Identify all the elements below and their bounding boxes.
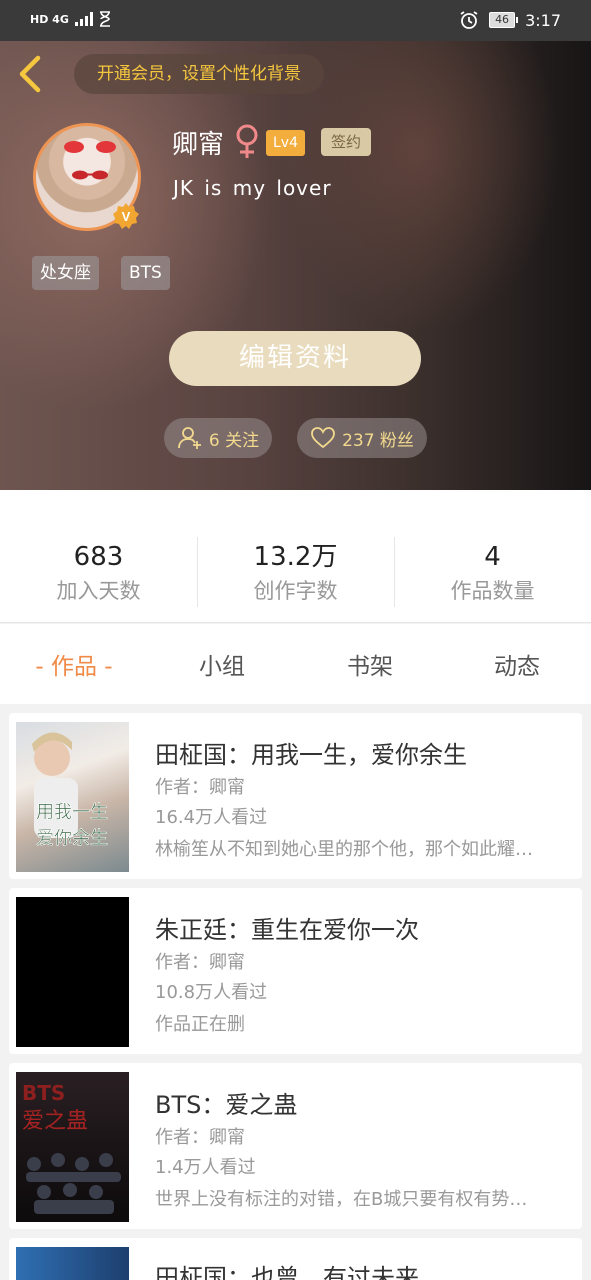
profile-tabs: - 作品 - 小组 书架 动态 — [0, 624, 591, 704]
cover-art: 用我一生 爱你余生 — [32, 732, 108, 849]
verified-badge: V — [112, 202, 140, 230]
cover-title: BTS — [22, 1081, 65, 1105]
stat-label: 加入天数 — [56, 579, 141, 603]
heart-icon — [311, 427, 335, 449]
book-cover — [16, 1247, 129, 1280]
followers-button[interactable]: 237 粉丝 — [297, 418, 427, 458]
book-views: 16.4万人看过 — [155, 807, 268, 828]
back-button[interactable] — [14, 54, 50, 94]
stat-label: 创作字数 — [253, 579, 338, 603]
vip-background-banner[interactable]: 开通会员，设置个性化背景 — [74, 54, 324, 94]
cover-title: 用我一生 — [36, 802, 108, 823]
bunny-ears-decoration — [64, 141, 116, 153]
book-views: 1.4万人看过 — [155, 1157, 256, 1178]
sunglasses-decoration — [72, 170, 108, 180]
book-author: 作者：卿甯 — [155, 952, 245, 973]
book-description: 世界上没有标注的对错，在B城只要有权有势… — [155, 1189, 528, 1210]
edit-profile-button[interactable]: 编辑资料 — [169, 331, 421, 386]
verified-icon: V — [113, 203, 139, 229]
book-title: 朱正廷：重生在爱你一次 — [155, 916, 419, 944]
signed-author-badge: 签约 — [321, 128, 371, 156]
followers-count: 237 粉丝 — [342, 430, 414, 451]
stat-value: 4 — [484, 542, 501, 572]
profile-signature: JK is my lover — [173, 176, 332, 200]
battery-icon: 46 — [489, 12, 519, 28]
add-user-icon — [177, 427, 201, 449]
stat-works-count: 4 作品数量 — [394, 540, 591, 608]
profile-header: HD 4G 46 3:17 开通会员，设置个性化背景 V 卿甯 Lv4 签约 J… — [0, 0, 591, 490]
book-title: 田柾国：也曾，有过未来 — [155, 1264, 419, 1280]
clock: 3:17 — [525, 10, 561, 30]
tab-groups[interactable]: 小组 — [148, 647, 296, 681]
book-author: 作者：卿甯 — [155, 1127, 245, 1148]
network-indicator: HD 4G — [30, 11, 111, 27]
book-title: BTS：爱之蛊 — [155, 1091, 298, 1119]
book-card[interactable]: BTS 爱之蛊 BTS：爱之蛊 作者：卿甯 1.4万人看过 世界上没有标注的对错… — [9, 1063, 582, 1229]
hourglass-icon — [99, 11, 110, 27]
cover-art: BTS 爱之蛊 — [22, 1081, 121, 1214]
tab-activity[interactable]: 动态 — [443, 647, 591, 681]
book-card[interactable]: 用我一生 爱你余生 田柾国：用我一生，爱你余生 作者：卿甯 16.4万人看过 林… — [9, 713, 582, 879]
following-count: 6 关注 — [208, 430, 260, 451]
book-description: 林榆笙从不知到她心里的那个他，那个如此耀… — [155, 839, 533, 860]
nickname: 卿甯 — [172, 130, 225, 160]
stat-days-joined: 683 加入天数 — [0, 540, 197, 608]
tab-works[interactable]: - 作品 - — [0, 647, 148, 681]
stat-words-written: 13.2万 创作字数 — [197, 540, 394, 608]
level-badge: Lv4 — [266, 130, 305, 156]
book-title: 田柾国：用我一生，爱你余生 — [155, 741, 467, 769]
book-views: 10.8万人看过 — [155, 982, 268, 1003]
book-description: 作品正在删 — [155, 1014, 245, 1035]
stat-value: 13.2万 — [253, 542, 338, 572]
tab-bookshelf[interactable]: 书架 — [296, 647, 444, 681]
female-gender-icon — [236, 124, 258, 158]
book-author: 作者：卿甯 — [155, 777, 245, 798]
cover-subtitle: 爱之蛊 — [22, 1109, 88, 1134]
book-card[interactable]: 田柾国：也曾，有过未来 — [9, 1238, 582, 1280]
stats-panel: 683 加入天数 13.2万 创作字数 4 作品数量 — [0, 490, 591, 623]
book-cover: 用我一生 爱你余生 — [16, 722, 129, 872]
cover-subtitle: 爱你余生 — [36, 828, 108, 849]
verified-label: V — [122, 209, 131, 224]
tag-interest: BTS — [121, 256, 170, 290]
status-bar: HD 4G 46 3:17 — [0, 0, 591, 41]
book-card[interactable]: 朱正廷：重生在爱你一次 作者：卿甯 10.8万人看过 作品正在删 — [9, 888, 582, 1054]
stat-label: 作品数量 — [450, 579, 535, 603]
stat-value: 683 — [73, 542, 124, 572]
alarm-icon — [460, 11, 478, 29]
signal-icon — [74, 12, 93, 26]
tag-zodiac: 处女座 — [32, 256, 99, 290]
book-cover: BTS 爱之蛊 — [16, 1072, 129, 1222]
network-label: HD 4G — [30, 12, 69, 26]
following-button[interactable]: 6 关注 — [164, 418, 272, 458]
chevron-left-icon — [19, 55, 41, 93]
book-cover — [16, 897, 129, 1047]
